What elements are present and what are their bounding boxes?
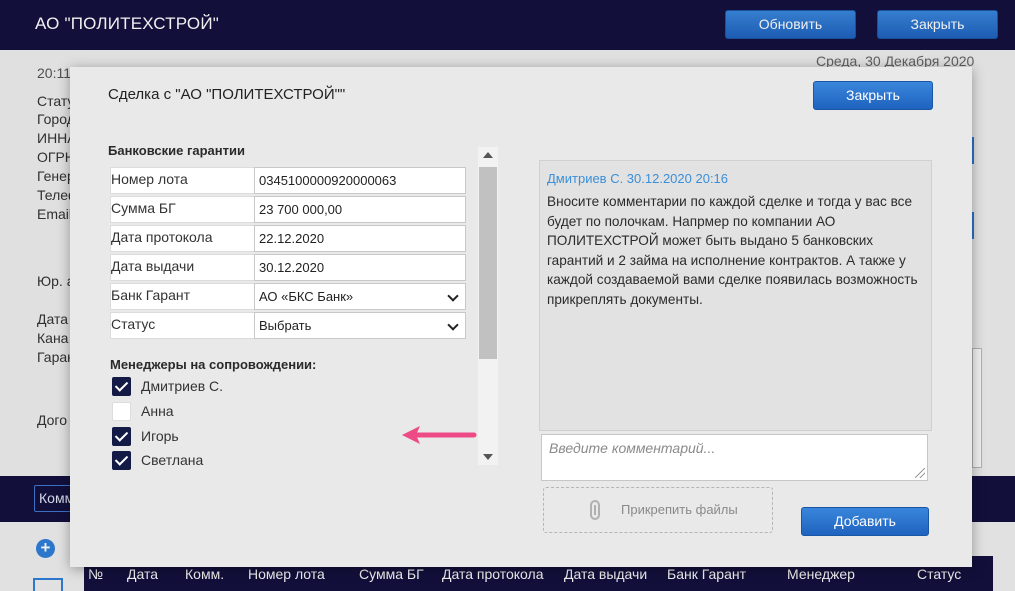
- section-title: Банковские гарантии: [108, 143, 245, 158]
- scroll-down-icon[interactable]: [483, 454, 493, 460]
- field-label-text: Номер лота: [111, 171, 188, 187]
- annotation-arrow-icon: [402, 426, 477, 444]
- checkbox[interactable]: [112, 427, 131, 446]
- bg-amount-input[interactable]: 23 700 000,00: [254, 196, 466, 223]
- comment-author: Дмитриев С. 30.12.2020 20:16: [547, 171, 729, 186]
- attach-files-dropzone[interactable]: Прикрепить файлы: [543, 487, 773, 533]
- manager-name: Дмитриев С.: [141, 378, 224, 394]
- checkbox[interactable]: [112, 402, 131, 421]
- managers-title: Менеджеры на сопровождении:: [110, 357, 317, 372]
- field-lot-number: Номер лота 0345100000920000063: [110, 167, 466, 194]
- comment-placeholder: Введите комментарий...: [549, 440, 716, 456]
- comment-input[interactable]: Введите комментарий...: [541, 434, 928, 481]
- field-status: Статус Выбрать: [110, 312, 466, 339]
- checkbox[interactable]: [112, 451, 131, 470]
- protocol-date-input[interactable]: 22.12.2020: [254, 225, 466, 252]
- attach-label: Прикрепить файлы: [621, 502, 738, 517]
- status-select-value: Выбрать: [259, 318, 312, 333]
- checkbox[interactable]: [112, 377, 131, 396]
- field-issue-date: Дата выдачи 30.12.2020: [110, 254, 466, 281]
- modal-close-button[interactable]: Закрыть: [813, 81, 933, 110]
- status-select[interactable]: Выбрать: [254, 312, 466, 339]
- deal-modal: Сделка с "АО "ПОЛИТЕХСТРОЙ"" Закрыть Бан…: [70, 67, 972, 567]
- scroll-up-icon[interactable]: [483, 152, 493, 158]
- lot-number-input[interactable]: 0345100000920000063: [254, 167, 466, 194]
- bank-select[interactable]: АО «БКС Банк»: [254, 283, 466, 310]
- field-label: Банк Гарант: [110, 283, 255, 310]
- add-comment-button[interactable]: Добавить: [801, 507, 929, 536]
- field-protocol-date: Дата протокола 22.12.2020: [110, 225, 466, 252]
- scroll-thumb[interactable]: [479, 167, 497, 359]
- field-label-text: Дата выдачи: [111, 258, 195, 274]
- comment-text: Вносите комментарии по каждой сделке и т…: [547, 194, 918, 307]
- resize-handle-icon[interactable]: [915, 468, 925, 478]
- manager-name: Игорь: [141, 428, 179, 444]
- chevron-down-icon: [447, 319, 459, 331]
- field-label: Дата протокола: [110, 225, 255, 252]
- issue-date-input[interactable]: 30.12.2020: [254, 254, 466, 281]
- field-bg-amount: Сумма БГ 23 700 000,00: [110, 196, 466, 223]
- bank-select-value: АО «БКС Банк»: [259, 289, 354, 304]
- modal-title: Сделка с "АО "ПОЛИТЕХСТРОЙ"": [108, 86, 346, 103]
- field-label-text: Банк Гарант: [111, 287, 191, 303]
- paperclip-icon: [590, 500, 600, 520]
- field-label-text: Дата протокола: [111, 229, 213, 245]
- field-bank: Банк Гарант АО «БКС Банк»: [110, 283, 466, 310]
- comments-panel: Дмитриев С. 30.12.2020 20:16 Вносите ком…: [539, 160, 932, 431]
- field-label: Сумма БГ: [110, 196, 255, 223]
- field-label: Дата выдачи: [110, 254, 255, 281]
- chevron-down-icon: [447, 290, 459, 302]
- manager-name: Анна: [141, 403, 174, 419]
- field-label-text: Сумма БГ: [111, 200, 176, 216]
- manager-name: Светлана: [141, 452, 204, 468]
- field-label: Номер лота: [110, 167, 255, 194]
- field-label-text: Статус: [111, 316, 156, 332]
- form-scrollbar[interactable]: [478, 147, 498, 465]
- field-label: Статус: [110, 312, 255, 339]
